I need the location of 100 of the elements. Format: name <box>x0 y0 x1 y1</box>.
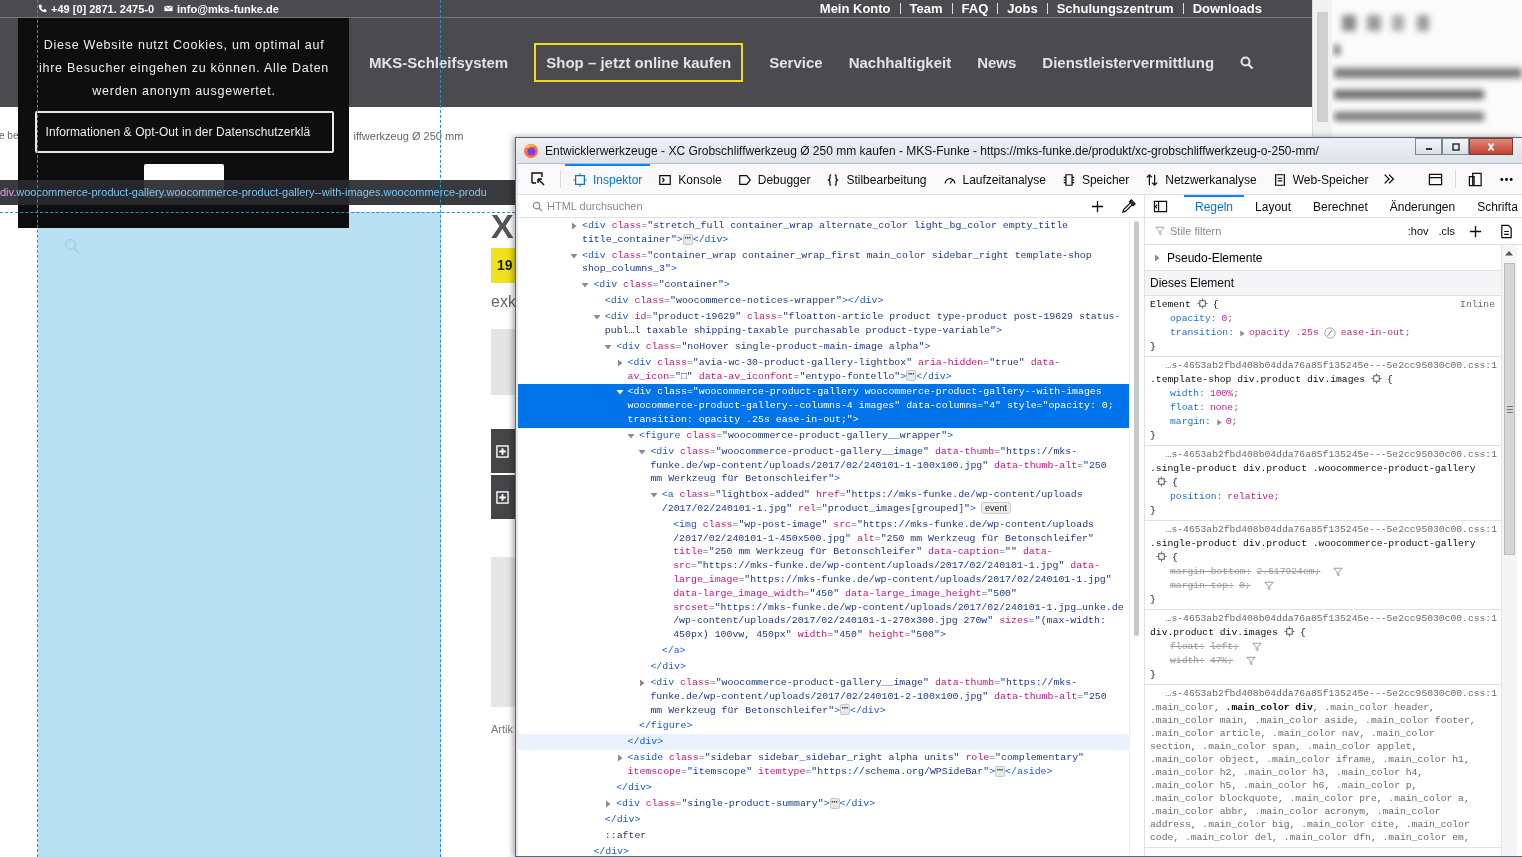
sidebar-tab[interactable]: Regeln <box>1184 195 1245 217</box>
markup-node[interactable]: <a class="lightbox-added" href="https://mks-funke.de/wp-content/uploads /2017/02/240101-1.jpg" rel="product_images[grouped]"> event <box>661 488 1083 516</box>
css-property[interactable]: opacity: <box>1170 312 1217 326</box>
css-property[interactable]: float: <box>1170 401 1205 415</box>
nav-link[interactable]: Nachhaltigkeit <box>848 54 952 71</box>
nav-link[interactable]: Dienstleistervermittlung <box>1042 54 1215 71</box>
caret-icon[interactable] <box>570 222 578 230</box>
scrollbar[interactable] <box>1501 245 1517 856</box>
stylesheet-link[interactable]: …s-4653ab2fbd408b04dda76a85f135245e---5e2cc95030c00.css:1 <box>1150 687 1497 701</box>
markup-node[interactable]: <div class="noHover single-product-main-image alpha"> <box>616 339 931 354</box>
markup-node[interactable]: <div class="stretch_full container_wrap alternate_color light_bg_color empty_title title_container">⋯</div> <box>582 219 1068 247</box>
markup-node[interactable]: <div id="product-19629" class="floatton-article product type-product post-19629 status- publ…l taxable shipping-taxable purchasable product-type-variable"> <box>604 310 1121 338</box>
stylesheet-link[interactable]: …s-4653ab2fbd408b04dda76a85f135245e---5e2cc95030c00.css:1 <box>1150 612 1497 626</box>
add-icon[interactable] <box>1468 223 1483 239</box>
markup-node[interactable]: <aside class="sidebar sidebar_sidebar_right alpha units" role="complementary" itemscope="itemscope" itemtype="https://schema.org/WPSideBar">⋯</aside> <box>627 751 1084 779</box>
caret-icon[interactable] <box>615 754 624 763</box>
sidebar-toggle-icon[interactable] <box>1153 198 1168 214</box>
search-icon[interactable] <box>1240 55 1255 70</box>
css-value[interactable]: 0; <box>1225 415 1238 429</box>
nav-link[interactable]: MKS-Schleifsystem <box>369 54 509 71</box>
caret-icon[interactable] <box>627 431 635 440</box>
markup-node[interactable]: <div class="woocommerce-product-gallery__image" data-thumb="https://mks- funke.de/wp-content/uploads/2017/02/240101-2-100x100.jpg" data-thumb-alt="250 mm Werkzeug für Betonschleifer">⋯</div> <box>650 675 1107 718</box>
nav-link[interactable]: Service <box>769 54 823 71</box>
caret-icon[interactable] <box>604 342 613 351</box>
closing-tag[interactable]: </div> <box>593 844 629 856</box>
filter-icon[interactable] <box>1251 642 1262 652</box>
caret-icon[interactable] <box>615 388 624 397</box>
closing-tag[interactable]: </div> <box>616 780 652 795</box>
closing-tag[interactable]: </div> <box>650 659 686 674</box>
css-value[interactable]: 100%; <box>1209 387 1239 401</box>
filter-icon[interactable] <box>1263 581 1274 591</box>
scrollbar[interactable] <box>1312 0 1332 137</box>
top-link[interactable]: Jobs <box>1007 1 1038 16</box>
responsive-icon[interactable] <box>1468 171 1483 187</box>
caret-icon[interactable] <box>638 447 647 456</box>
css-value[interactable]: none; <box>1209 401 1239 415</box>
markup-node[interactable]: <div class="avia-wc-30-product-gallery-lightbox" aria-hidden="true" data- av_icon="□" data-av_iconfont="entypo-fontello">⋯</div> <box>627 355 1061 384</box>
css-property[interactable]: transition: <box>1170 326 1234 340</box>
element-picker-icon[interactable] <box>530 171 546 187</box>
closing-tag[interactable]: </div> <box>627 735 664 750</box>
markup-node[interactable]: <img class="wp-post-image" src="https://mks-funke.de/wp-content/uploads /2017/02/240101-1-450x500.jpg" alt="250 mm Werkzeug für Betonschleifer" title="250 mm Werkzeug für Betonschleifer" data-caption="" data- src="https://mks-funke.de/wp-content/uploads/2017/02/240101-1.jpg" data- large_image="https://mks-funke.de/wp-content/uploads/2017/02/240101-1.jpg" data-large_image_width="450" data-large_image_height="500" srcset="https://mks-funke.de/wp-content/uploads/2017/02/240101-1.jpg…unke.de /wp-content/uploads/2017/02/240101-1-270x300.jpg 270w" sizes="(max-width: 450px) 100vw, 450px" width="450" height="500"> <box>673 517 1124 642</box>
top-link[interactable]: Schulungszentrum <box>1056 1 1174 16</box>
caret-icon[interactable] <box>1153 253 1161 262</box>
class-toggle[interactable]: .cls <box>1438 225 1455 237</box>
minimize-button[interactable] <box>1415 138 1442 155</box>
markup-node[interactable]: ::after <box>604 828 647 843</box>
add-icon[interactable] <box>1090 198 1105 214</box>
caret-icon[interactable] <box>604 799 613 808</box>
closing-tag[interactable]: </div> <box>604 812 641 827</box>
highlight-selector-icon[interactable] <box>1283 626 1295 637</box>
hover-row[interactable]: </div> <box>518 734 1129 751</box>
hover-toggle[interactable]: :hov <box>1407 225 1429 237</box>
sidebar-tab[interactable]: Berechnet <box>1302 195 1379 217</box>
markup-node[interactable]: <div class="woocommerce-notices-wrapper"></div> <box>604 294 884 309</box>
expand-button[interactable] <box>491 475 515 519</box>
dock-icon[interactable] <box>1428 171 1443 187</box>
markup-node[interactable]: <figure class="woocommerce-product-gallery__wrapper"> <box>639 428 954 443</box>
caret-icon[interactable] <box>638 678 647 687</box>
sidebar-tab[interactable]: Schrifta <box>1466 195 1522 217</box>
stylesheet-link[interactable]: …s-4653ab2fbd408b04dda76a85f135245e---5e2cc95030c00.css:1 <box>1150 448 1497 462</box>
tool-tab[interactable]: Speicher <box>1053 164 1138 194</box>
tool-tab[interactable]: Laufzeitanalyse <box>934 164 1054 194</box>
markup-node[interactable]: <div class="single-product-summary">⋯</div> <box>616 796 876 811</box>
caret-icon[interactable] <box>570 251 578 260</box>
caret-icon[interactable] <box>581 281 590 290</box>
markup-node[interactable]: <div class="container_wrap container_wrap_first main_color sidebar_right template-shop shop_columns_3"> <box>582 248 1092 277</box>
css-property[interactable]: margin: <box>1170 415 1211 429</box>
tool-tab[interactable]: Debugger <box>729 164 819 194</box>
tool-tab[interactable]: Stilbearbeitung <box>818 164 935 194</box>
sidebar-tab[interactable]: Änderungen <box>1378 195 1467 217</box>
caret-icon[interactable] <box>1238 329 1246 337</box>
filter-icon[interactable] <box>1333 567 1344 577</box>
caret-icon[interactable] <box>649 491 658 500</box>
eyedropper-icon[interactable] <box>1121 198 1136 214</box>
scroll-up-icon[interactable] <box>1505 250 1513 256</box>
stylesheet-link[interactable]: …s-4653ab2fbd408b04dda76a85f135245e---5e2cc95030c00.css:1 <box>1150 523 1497 537</box>
easing-icon[interactable] <box>1323 327 1336 339</box>
highlight-selector-icon[interactable] <box>1156 551 1167 562</box>
tool-tab[interactable]: Web-Speicher <box>1264 164 1377 194</box>
css-value[interactable]: relative; <box>1227 490 1280 504</box>
expand-button[interactable] <box>491 429 515 473</box>
css-value[interactable]: ease-in-out; <box>1340 326 1411 340</box>
top-link[interactable]: FAQ <box>961 1 989 16</box>
markup-node[interactable]: <div class="woocommerce-product-gallery__image" data-thumb="https://mks- funke.de/wp-content/uploads/2017/02/240101-1-100x100.jpg" data-thumb-alt="250 mm Werkzeug für Betonschleifer"> <box>650 444 1107 487</box>
highlight-selector-icon[interactable] <box>1156 476 1167 487</box>
document-icon[interactable] <box>1499 223 1514 239</box>
caret-icon[interactable] <box>1215 418 1223 426</box>
css-property[interactable]: width: <box>1170 387 1205 401</box>
top-link[interactable]: Downloads <box>1192 1 1262 16</box>
markup-node[interactable]: <div class="container"> <box>593 278 730 293</box>
closing-tag[interactable]: </figure> <box>639 719 693 734</box>
search-field[interactable]: HTML durchsuchen <box>547 200 1082 212</box>
filter-field[interactable]: Stile filtern <box>1170 225 1403 237</box>
stylesheet-link[interactable]: …s-4653ab2fbd408b04dda76a85f135245e---5e2cc95030c00.css:1 <box>1150 359 1497 373</box>
highlight-selector-icon[interactable] <box>1371 373 1383 384</box>
chevron-icon[interactable] <box>1382 172 1397 186</box>
markup-node[interactable]: <div class="woocommerce-product-gallery woocommerce-product-gallery--with-images woocommerce-product-gallery--columns-4 images" data-columns="4" style="opacity: 0; transition: opacity .25s ease-in-out;"> <box>627 385 1114 427</box>
css-property[interactable]: position: <box>1170 490 1223 504</box>
sidebar-tab[interactable]: Layout <box>1244 195 1303 217</box>
tool-tab[interactable]: Inspektor <box>565 164 651 194</box>
